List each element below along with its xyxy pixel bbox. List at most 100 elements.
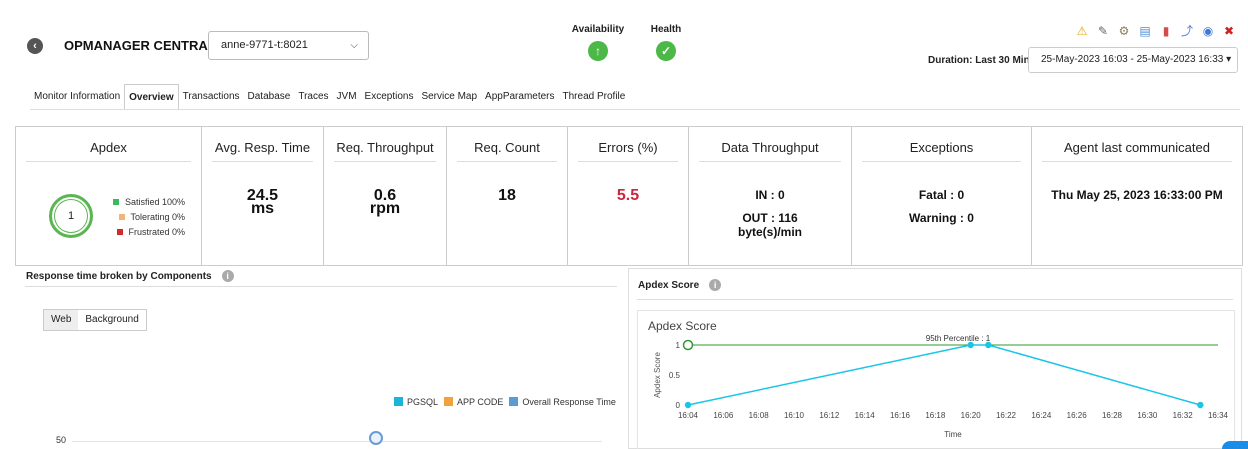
series-point [1197, 401, 1204, 409]
availability-up-icon[interactable]: ↑ [588, 41, 608, 61]
data-point-marker[interactable] [369, 431, 383, 445]
health-ok-icon[interactable]: ✓ [656, 41, 676, 61]
apdex-panel: Apdex Score i Apdex Score Apdex Score 0 0.5 1… [628, 268, 1242, 449]
legend-item[interactable]: APP CODE [444, 397, 503, 407]
errors-title: Errors (%) [598, 140, 658, 155]
health-label: Health [650, 24, 682, 35]
legend-item[interactable]: Overall Response Time [509, 397, 616, 407]
agent-card: Agent last communicated Thu May 25, 2023… [1032, 127, 1242, 265]
fatal-count: Fatal : 0 [918, 188, 965, 202]
report-icon[interactable]: ▤ [1138, 24, 1152, 38]
segment-web[interactable]: Web [44, 310, 79, 330]
x-tick-label: 16:16 [890, 411, 911, 420]
duration-label: Duration: Last 30 Min [928, 55, 1030, 66]
response-panel: Response time broken by Components i [15, 266, 622, 449]
x-tick-label: 16:30 [1137, 411, 1158, 420]
throughput-value: 0.6 rpm [369, 187, 401, 217]
y-tick-label: 0 [676, 401, 681, 410]
response-panel-title: Response time broken by Components i [26, 270, 234, 282]
data-throughput-card: Data Throughput IN : 0 OUT : 116 byte(s)/… [689, 127, 852, 265]
graph-icon[interactable]: ⤴ [1180, 24, 1194, 38]
chat-badge[interactable] [1222, 441, 1248, 449]
divider [334, 161, 436, 162]
thresholds-icon[interactable]: ▮ [1159, 24, 1173, 38]
apdex-legend: Satisfied 100% Tolerating 0% Frustrated 0% [113, 194, 185, 239]
count-card: Req. Count 18 [447, 127, 568, 265]
agent-timestamp: Thu May 25, 2023 16:33:00 PM [1051, 188, 1223, 202]
tab-thread-profile[interactable]: Thread Profile [559, 84, 630, 110]
tab-divider [30, 109, 1240, 110]
errors-card: Errors (%) 5.5 [568, 127, 689, 265]
tab-overview[interactable]: Overview [124, 84, 179, 110]
series-line [687, 344, 1201, 406]
warning-icon[interactable]: ⚠ [1075, 24, 1089, 38]
tab-database[interactable]: Database [244, 84, 295, 110]
apdex-legend-item: Tolerating 0% [113, 209, 185, 224]
info-icon[interactable]: i [709, 279, 722, 291]
pause-icon[interactable]: ◉ [1201, 24, 1215, 38]
monitor-select[interactable]: anne-9771-t:8021 ⌵ [208, 31, 369, 60]
legend-swatch [118, 213, 125, 220]
series-point [985, 341, 992, 349]
x-tick-label: 16:12 [819, 411, 840, 420]
x-tick-label: 16:26 [1067, 411, 1088, 420]
chart-title: Apdex Score [648, 319, 717, 333]
divider [26, 161, 191, 162]
apdex-gauge: 1 [49, 194, 93, 238]
legend-item[interactable]: PGSQL [394, 397, 438, 407]
close-icon[interactable]: ✖ [1222, 24, 1236, 38]
x-tick-label: 16:18 [925, 411, 946, 420]
errors-value: 5.5 [616, 187, 640, 204]
back-icon[interactable]: ‹ [27, 38, 43, 54]
gear-icon[interactable]: ⚙ [1117, 24, 1131, 38]
apdex-panel-title: Apdex Score i [638, 279, 722, 291]
toolbar: ⚠ ✎ ⚙ ▤ ▮ ⤴ ◉ ✖ [1075, 23, 1236, 39]
divider [637, 299, 1233, 300]
data-out-value: OUT : 116 byte(s)/min [737, 211, 802, 239]
divider [862, 161, 1021, 162]
count-title: Req. Count [474, 140, 540, 155]
metrics-row: Apdex 1 Satisfied 100% Tolerating 0% Frust… [15, 126, 1243, 266]
warning-count: Warning : 0 [909, 211, 974, 225]
x-tick-label: 16:28 [1102, 411, 1123, 420]
tab-service-map[interactable]: Service Map [417, 84, 481, 110]
series-point [684, 401, 692, 409]
apdex-legend-item: Satisfied 100% [113, 194, 185, 209]
x-tick-label: 16:22 [996, 411, 1017, 420]
threshold-start-marker [682, 339, 694, 351]
header: ‹ OPMANAGER CENTRAL anne-9771-t:8021 ⌵ A… [0, 0, 1248, 80]
tab-jvm[interactable]: JVM [333, 84, 361, 110]
y-tick-label: 1 [676, 341, 681, 350]
availability-label: Availability [571, 24, 625, 35]
tab-traces[interactable]: Traces [294, 84, 332, 110]
divider [699, 161, 841, 162]
apdex-chart: Apdex Score Apdex Score 0 0.5 1 16:04 16:06 16:… [637, 310, 1235, 449]
segment-background[interactable]: Background [78, 310, 145, 330]
tab-transactions[interactable]: Transactions [179, 84, 244, 110]
tab-appparameters[interactable]: AppParameters [481, 84, 558, 110]
y-axis-label: Apdex Score [653, 352, 662, 398]
divider [25, 286, 617, 287]
resp-time-title: Avg. Resp. Time [214, 140, 311, 155]
count-value: 18 [498, 187, 516, 204]
info-icon[interactable]: i [221, 270, 234, 282]
throughput-card: Req. Throughput 0.6 rpm [324, 127, 447, 265]
apdex-card: Apdex 1 Satisfied 100% Tolerating 0% Frust… [16, 127, 202, 265]
data-in-value: IN : 0 [755, 188, 785, 202]
health-status: Health ✓ [648, 24, 684, 61]
tab-exceptions[interactable]: Exceptions [361, 84, 418, 110]
divider [578, 161, 678, 162]
x-tick-label: 16:08 [749, 411, 770, 420]
tab-bar: Monitor Information Overview Transactions D… [30, 84, 630, 110]
chevron-down-icon: ⌵ [350, 40, 358, 51]
x-axis-label: Time [944, 430, 962, 439]
x-tick-label: 16:34 [1208, 411, 1229, 420]
exceptions-title: Exceptions [909, 140, 974, 155]
threshold-label: 95th Percentile : 1 [926, 334, 991, 343]
availability-status: Availability ↑ [570, 24, 626, 61]
segment-toggle: Web Background [43, 309, 147, 331]
tab-monitor-information[interactable]: Monitor Information [30, 84, 124, 110]
legend-swatch [113, 198, 119, 205]
edit-icon[interactable]: ✎ [1096, 24, 1110, 38]
duration-select[interactable]: 25-May-2023 16:03 - 25-May-2023 16:33 ▾ [1028, 47, 1238, 73]
